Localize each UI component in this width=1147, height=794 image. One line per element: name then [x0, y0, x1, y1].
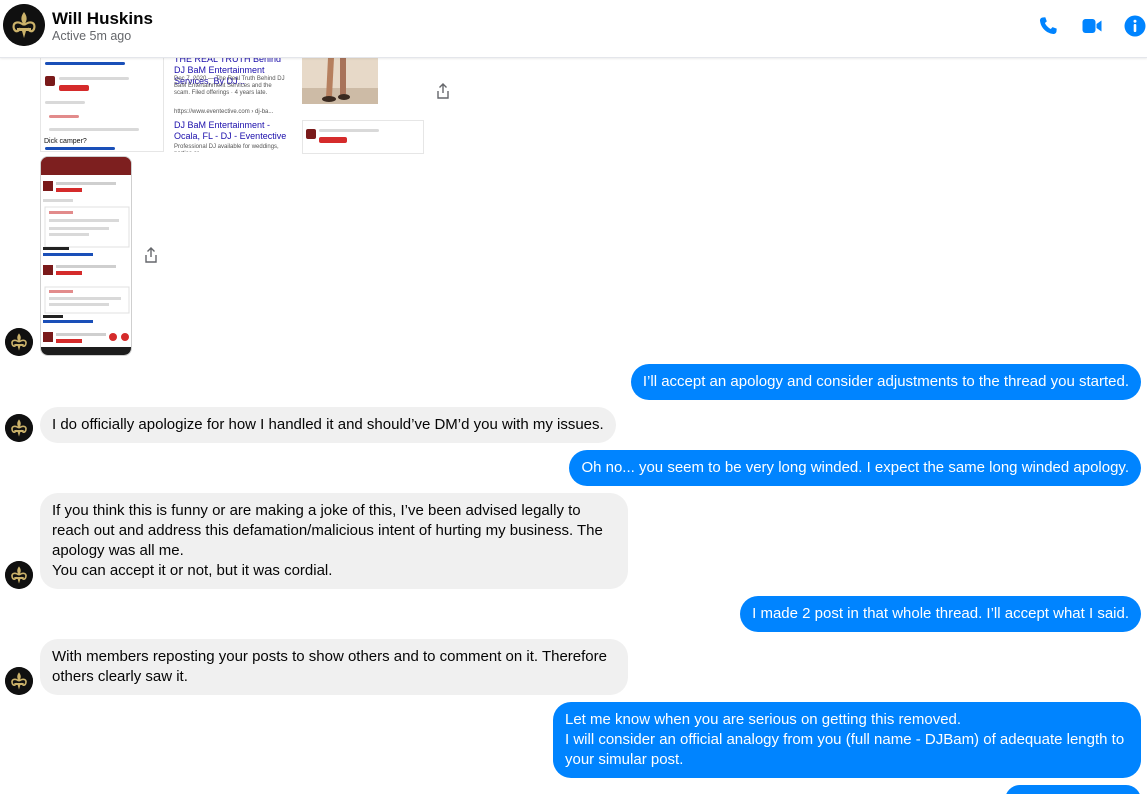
message-incoming[interactable]: With members reposting your posts to sho… — [40, 639, 628, 695]
web-result-title-2[interactable]: DJ BaM Entertainment - Ocala, FL - DJ - … — [174, 120, 288, 142]
contact-avatar-small[interactable] — [5, 414, 33, 442]
contact-avatar-small[interactable] — [5, 328, 33, 356]
message-incoming[interactable]: I do officially apologize for how I hand… — [40, 407, 616, 443]
phone-screenshot-content — [41, 157, 131, 355]
attachment-screenshot[interactable]: Dick camper? — [40, 58, 164, 152]
message-thread[interactable]: Dick camper? THE REAL TRUTH Behind DJ Ba… — [0, 58, 1147, 794]
message-outgoing[interactable]: Oh no... you seem to be very long winded… — [569, 450, 1141, 486]
message-incoming[interactable]: If you think this is funny or are making… — [40, 493, 628, 589]
post-caption: Dick camper? — [44, 138, 87, 145]
message-outgoing[interactable]: I’ll accept an apology and consider adju… — [630, 364, 1141, 400]
message-outgoing[interactable]: I made 2 post in that whole thread. I’ll… — [740, 596, 1141, 632]
fleur-de-lis-icon — [5, 667, 33, 695]
info-icon[interactable] — [1123, 14, 1147, 38]
fleur-de-lis-icon — [5, 561, 33, 589]
attachment-photo[interactable] — [302, 58, 378, 104]
phone-icon[interactable] — [1036, 14, 1060, 38]
contact-avatar[interactable] — [3, 4, 45, 46]
message-outgoing[interactable]: Let me know when you are serious on gett… — [553, 702, 1141, 778]
active-status: Active 5m ago — [52, 29, 132, 43]
web-result-url: https://www.eventective.com › dj-ba... — [174, 109, 274, 115]
contact-avatar-small[interactable] — [5, 667, 33, 695]
attachment-screenshot-post[interactable] — [302, 120, 424, 154]
conversation-header: Will Huskins Active 5m ago — [0, 0, 1147, 58]
photo-image — [302, 58, 378, 104]
contact-name[interactable]: Will Huskins — [52, 9, 153, 29]
share-icon[interactable] — [436, 83, 450, 99]
share-icon[interactable] — [144, 247, 158, 263]
video-icon[interactable] — [1080, 14, 1104, 38]
web-result-date: Dec 7, 2020 — The Real Truth Behind DJ B… — [174, 76, 285, 96]
attachment-phone-screenshot[interactable] — [40, 156, 132, 356]
web-result-snippet: Professional DJ available for weddings, … — [174, 144, 279, 152]
fleur-de-lis-icon — [3, 4, 45, 46]
fleur-de-lis-icon — [5, 414, 33, 442]
fleur-de-lis-icon — [5, 328, 33, 356]
message-outgoing-partial[interactable] — [1005, 785, 1141, 794]
contact-avatar-small[interactable] — [5, 561, 33, 589]
attachment-web-results[interactable]: THE REAL TRUTH Behind DJ BaM Entertainme… — [170, 58, 290, 152]
